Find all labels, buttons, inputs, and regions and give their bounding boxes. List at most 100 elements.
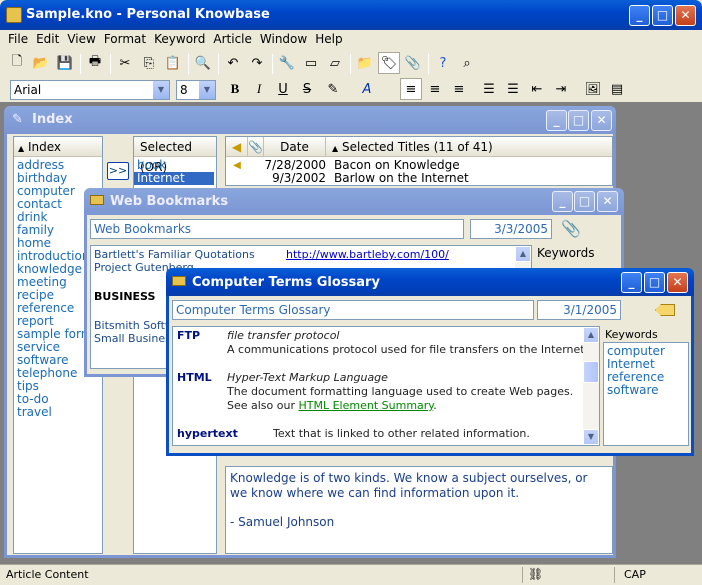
print-icon[interactable]: 🖶 [84, 52, 106, 74]
open-icon[interactable]: 📂 [30, 52, 52, 74]
glossary-window: Computer Terms Glossary 3/1/2005 Keyword… [166, 296, 694, 456]
highlight-icon[interactable]: ✎ [322, 78, 344, 100]
status-text: Article Content [6, 568, 89, 581]
link[interactable]: http://www.bartleby.com/100/ [286, 248, 449, 261]
bullet-list-icon[interactable]: ☰ [502, 78, 524, 100]
glossary-date-field[interactable]: 3/1/2005 [537, 300, 621, 320]
numbered-list-icon[interactable]: ☰ [478, 78, 500, 100]
term: HTML [177, 371, 212, 384]
insert-image-icon[interactable]: 🖼 [582, 78, 604, 100]
keywords-label: Keywords [537, 246, 595, 260]
close-button[interactable]: ✕ [675, 5, 696, 26]
index-maximize-button[interactable]: □ [568, 110, 589, 131]
titles-list[interactable]: ◀ 📎 Date ▲ Selected Titles (11 of 41) ◀ … [225, 136, 613, 186]
attach-icon[interactable]: 📎 [402, 52, 424, 74]
caps-lock-indicator: CAP [624, 568, 646, 581]
save-icon[interactable]: 💾 [54, 52, 76, 74]
glossary-keyword-list[interactable]: computer Internet reference software [603, 342, 689, 446]
app-icon [6, 7, 22, 23]
article-content[interactable]: Knowledge is of two kinds. We know a sub… [225, 466, 613, 554]
indent-icon[interactable]: ⇥ [550, 78, 572, 100]
copy-icon[interactable]: ⎘ [138, 52, 160, 74]
menu-format[interactable]: Format [100, 30, 150, 48]
index-window-icon: ✎ [12, 112, 23, 127]
keyword-item[interactable]: travel [14, 406, 102, 419]
help-icon[interactable]: ? [432, 52, 454, 74]
menu-edit[interactable]: Edit [32, 30, 63, 48]
glossary-scrollbar[interactable]: ▲ ▼ [583, 327, 599, 445]
menu-view[interactable]: View [63, 30, 99, 48]
keywords-label: Keywords [605, 328, 658, 341]
index-title-bar: ✎ Index _ □ ✕ [4, 106, 616, 134]
cut-icon[interactable]: ✂ [114, 52, 136, 74]
keyword-item[interactable]: software [604, 384, 688, 397]
glossary-minimize-button[interactable]: _ [621, 272, 642, 293]
tag-icon[interactable]: 🏷 [378, 52, 400, 74]
outdent-icon[interactable]: ⇤ [526, 78, 548, 100]
glossary-title-bar: Computer Terms Glossary _ □ ✕ [166, 268, 694, 296]
date-column-header[interactable]: Date [264, 137, 326, 156]
html-element-summary-link[interactable]: HTML Element Summary [299, 399, 434, 412]
note-icon [172, 276, 186, 286]
flag-icon: ◀ [226, 137, 248, 156]
web-close-button[interactable]: ✕ [597, 191, 618, 212]
font-color-icon[interactable]: A [356, 78, 378, 100]
status-bar: Article Content ⛓ CAP [0, 564, 702, 585]
move-button[interactable]: >> [107, 162, 129, 180]
context-help-icon[interactable]: ⌕ [456, 52, 478, 74]
selected-header: Selected (OR) [134, 137, 216, 174]
menu-window[interactable]: Window [256, 30, 311, 48]
glossary-content[interactable]: FTP file transfer protocol A communicatio… [172, 326, 600, 446]
font-select[interactable]: Arial ▼ [10, 80, 170, 100]
paste-icon[interactable]: 📋 [162, 52, 184, 74]
sort-up-icon: ▲ [18, 144, 25, 153]
web-maximize-button[interactable]: □ [574, 191, 595, 212]
align-right-icon[interactable]: ≡ [448, 78, 470, 100]
standard-toolbar: 🗋 📂 💾 🖶 ✂ ⎘ 📋 🔍 ↶ ↷ 🔧 ▭ ▱ 📁 🏷 📎 ? ⌕ [0, 52, 702, 78]
strikethrough-icon[interactable]: S [296, 78, 318, 100]
web-date-field[interactable]: 3/3/2005 [470, 219, 552, 239]
glossary-close-button[interactable]: ✕ [667, 272, 688, 293]
underline-icon[interactable]: U [272, 78, 294, 100]
link-status-icon: ⛓ [528, 567, 544, 581]
italic-icon[interactable]: I [248, 78, 270, 100]
web-title-field[interactable]: Web Bookmarks [90, 219, 464, 239]
tag-icon[interactable] [655, 304, 675, 316]
keyword-icon[interactable]: 🔧 [276, 52, 298, 74]
redo-icon[interactable]: ↷ [246, 52, 268, 74]
index-close-button[interactable]: ✕ [591, 110, 612, 131]
glossary-maximize-button[interactable]: □ [644, 272, 665, 293]
article-icon[interactable]: ▭ [300, 52, 322, 74]
web-minimize-button[interactable]: _ [552, 191, 573, 212]
new-icon[interactable]: 🗋 [6, 52, 28, 74]
maximize-button[interactable]: □ [652, 5, 673, 26]
insert-object-icon[interactable]: ▤ [606, 78, 628, 100]
minimize-button[interactable]: _ [629, 5, 650, 26]
menu-article[interactable]: Article [209, 30, 256, 48]
chevron-down-icon: ▼ [153, 81, 169, 99]
format-toolbar: Arial ▼ 8 ▼ B I U S ✎ A ≡ ≡ ≡ ☰ ☰ ⇤ ⇥ 🖼 ▤ [0, 78, 702, 102]
table-row[interactable]: ◀ 7/28/2000 Bacon on Knowledge [226, 157, 612, 172]
selected-item[interactable]: book [134, 157, 216, 172]
web-title-bar: Web Bookmarks _ □ ✕ [84, 188, 624, 215]
bold-icon[interactable]: B [224, 78, 246, 100]
selected-item[interactable]: Internet [134, 172, 214, 185]
flag-icon: ◀ [233, 160, 241, 171]
undo-icon[interactable]: ↶ [222, 52, 244, 74]
table-row[interactable]: 9/3/2002 Barlow on the Internet [226, 172, 612, 185]
folder-icon[interactable]: 📁 [354, 52, 376, 74]
note-icon[interactable]: ▱ [324, 52, 346, 74]
menu-help[interactable]: Help [311, 30, 346, 48]
align-center-icon[interactable]: ≡ [424, 78, 446, 100]
menu-keyword[interactable]: Keyword [150, 30, 209, 48]
find-icon[interactable]: 🔍 [192, 52, 214, 74]
titles-column-header[interactable]: ▲ Selected Titles (11 of 41) [326, 137, 493, 156]
attachment-column-icon: 📎 [248, 137, 264, 156]
menu-file[interactable]: File [4, 30, 32, 48]
size-select[interactable]: 8 ▼ [176, 80, 216, 100]
attach-icon[interactable]: 📎 [561, 219, 581, 238]
glossary-title-field[interactable]: Computer Terms Glossary [172, 300, 534, 320]
index-minimize-button[interactable]: _ [546, 110, 567, 131]
align-left-icon[interactable]: ≡ [400, 78, 422, 100]
index-header[interactable]: ▲ Index [14, 137, 102, 157]
